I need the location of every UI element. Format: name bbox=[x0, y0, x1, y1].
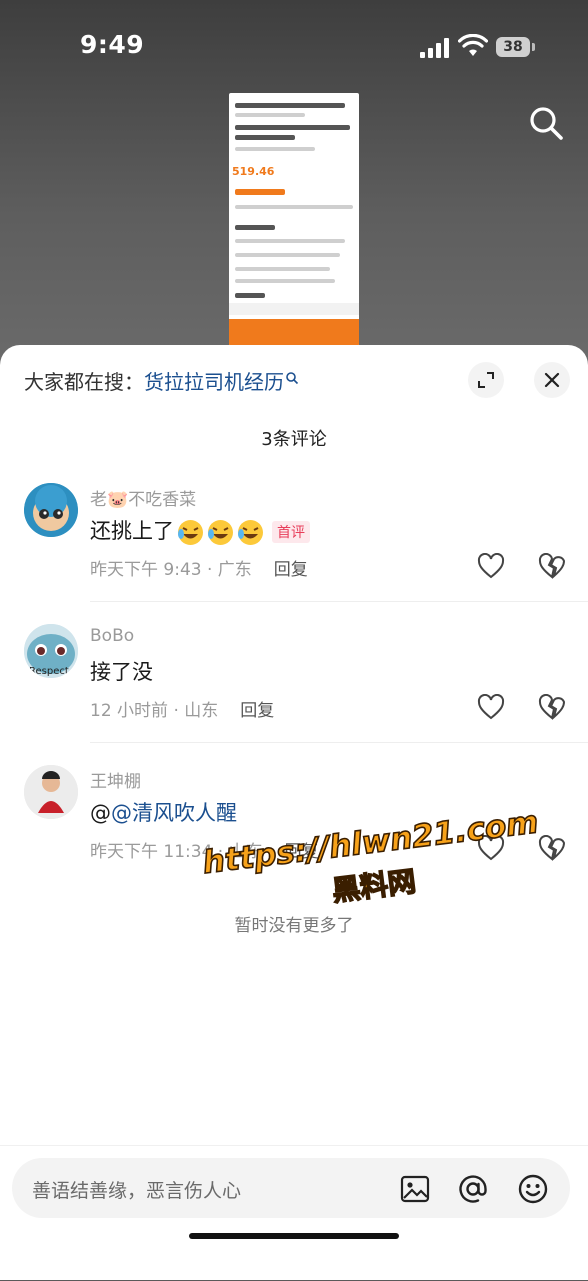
comment-username[interactable]: BoBo bbox=[90, 626, 134, 646]
reply-button[interactable]: 回复 bbox=[285, 842, 319, 862]
cellular-signal-icon bbox=[420, 38, 450, 58]
thumbnail-price: 519.46 bbox=[232, 165, 275, 178]
laughing-face-icon bbox=[177, 519, 204, 546]
like-heart-icon[interactable] bbox=[477, 834, 505, 861]
comment-text: 还挑上了 首评 bbox=[90, 515, 310, 546]
status-time: 9:49 bbox=[80, 30, 145, 59]
comment-divider bbox=[90, 601, 588, 602]
battery-icon: 38 bbox=[496, 37, 535, 57]
search-icon[interactable] bbox=[527, 104, 565, 142]
reply-button[interactable]: 回复 bbox=[274, 560, 308, 580]
laughing-face-icon bbox=[237, 519, 264, 546]
comment-text: 接了没 bbox=[90, 660, 153, 684]
search-icon bbox=[285, 366, 299, 385]
comment-username[interactable]: 王坤棚 bbox=[90, 767, 141, 792]
hot-search-keyword[interactable]: 货拉拉司机经历 bbox=[144, 370, 284, 394]
dislike-broken-heart-icon[interactable] bbox=[538, 552, 566, 579]
image-icon[interactable] bbox=[398, 1172, 432, 1206]
home-indicator bbox=[189, 1233, 399, 1239]
close-button[interactable] bbox=[534, 362, 570, 398]
comment-input-placeholder: 善语结善缘，恶言伤人心 bbox=[32, 1180, 242, 1202]
wifi-icon bbox=[457, 33, 489, 58]
like-heart-icon[interactable] bbox=[477, 552, 505, 579]
emoji-icon[interactable] bbox=[516, 1172, 550, 1206]
comments-sheet: 大家都在搜：货拉拉司机经历 3条评论 老🐷不吃香菜 还挑上了 首评 昨天下午 9:… bbox=[0, 345, 588, 1280]
comment-input[interactable]: 善语结善缘，恶言伤人心 bbox=[12, 1158, 570, 1218]
like-heart-icon[interactable] bbox=[477, 693, 505, 720]
expand-button[interactable] bbox=[468, 362, 504, 398]
comment-text: @@清风吹人醒 bbox=[90, 797, 237, 827]
comment-text-body: 还挑上了 bbox=[90, 519, 174, 543]
dislike-broken-heart-icon[interactable] bbox=[538, 693, 566, 720]
reply-button[interactable]: 回复 bbox=[240, 701, 274, 721]
first-comment-badge: 首评 bbox=[272, 521, 310, 543]
comment-meta: 昨天下午 9:43 · 广东 回复 bbox=[90, 555, 308, 580]
avatar[interactable] bbox=[24, 483, 78, 537]
comment-text-prefix: @ bbox=[90, 801, 111, 825]
no-more-comments: 暂时没有更多了 bbox=[234, 916, 354, 936]
battery-level: 38 bbox=[496, 37, 530, 57]
mention-at-icon[interactable] bbox=[456, 1172, 490, 1206]
hot-search-prefix: 大家都在搜： bbox=[24, 370, 144, 394]
hot-search-bar[interactable]: 大家都在搜：货拉拉司机经历 bbox=[24, 366, 299, 395]
comment-count-title: 3条评论 bbox=[261, 429, 327, 450]
svg-text:Respect: Respect bbox=[29, 666, 69, 677]
comment-time-location: 昨天下午 11:34 · 山东 bbox=[90, 842, 263, 862]
avatar[interactable] bbox=[24, 765, 78, 819]
comment-meta: 12 小时前 · 山东 回复 bbox=[90, 696, 274, 721]
laughing-face-icon bbox=[207, 519, 234, 546]
comment-divider bbox=[90, 742, 588, 743]
status-bar: 9:49 38 bbox=[0, 0, 588, 95]
comment-time-location: 12 小时前 · 山东 bbox=[90, 701, 219, 721]
dislike-broken-heart-icon[interactable] bbox=[538, 834, 566, 861]
video-thumbnail[interactable]: 519.46 bbox=[229, 93, 359, 346]
expand-icon bbox=[478, 372, 494, 388]
comment-input-bar: 善语结善缘，恶言伤人心 bbox=[0, 1145, 588, 1281]
comment-meta: 昨天下午 11:34 · 山东 回复 bbox=[90, 837, 319, 862]
comment-time-location: 昨天下午 9:43 · 广东 bbox=[90, 560, 252, 580]
user-mention-link[interactable]: @清风吹人醒 bbox=[111, 801, 237, 825]
close-icon bbox=[544, 372, 560, 388]
comment-username[interactable]: 老🐷不吃香菜 bbox=[90, 485, 196, 510]
avatar[interactable]: Respect bbox=[24, 624, 78, 678]
